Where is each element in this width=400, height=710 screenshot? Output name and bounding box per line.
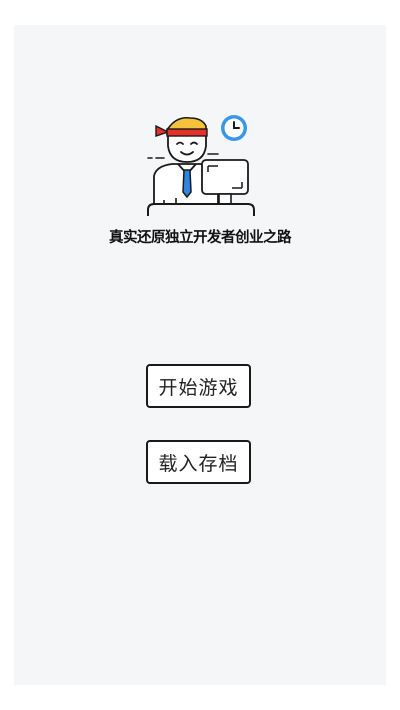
developer-at-desk-icon [147, 115, 255, 216]
load-save-button[interactable]: 载入存档 [146, 440, 251, 484]
game-tagline: 真实还原独立开发者创业之路 [109, 230, 292, 246]
start-game-button[interactable]: 开始游戏 [146, 364, 251, 408]
